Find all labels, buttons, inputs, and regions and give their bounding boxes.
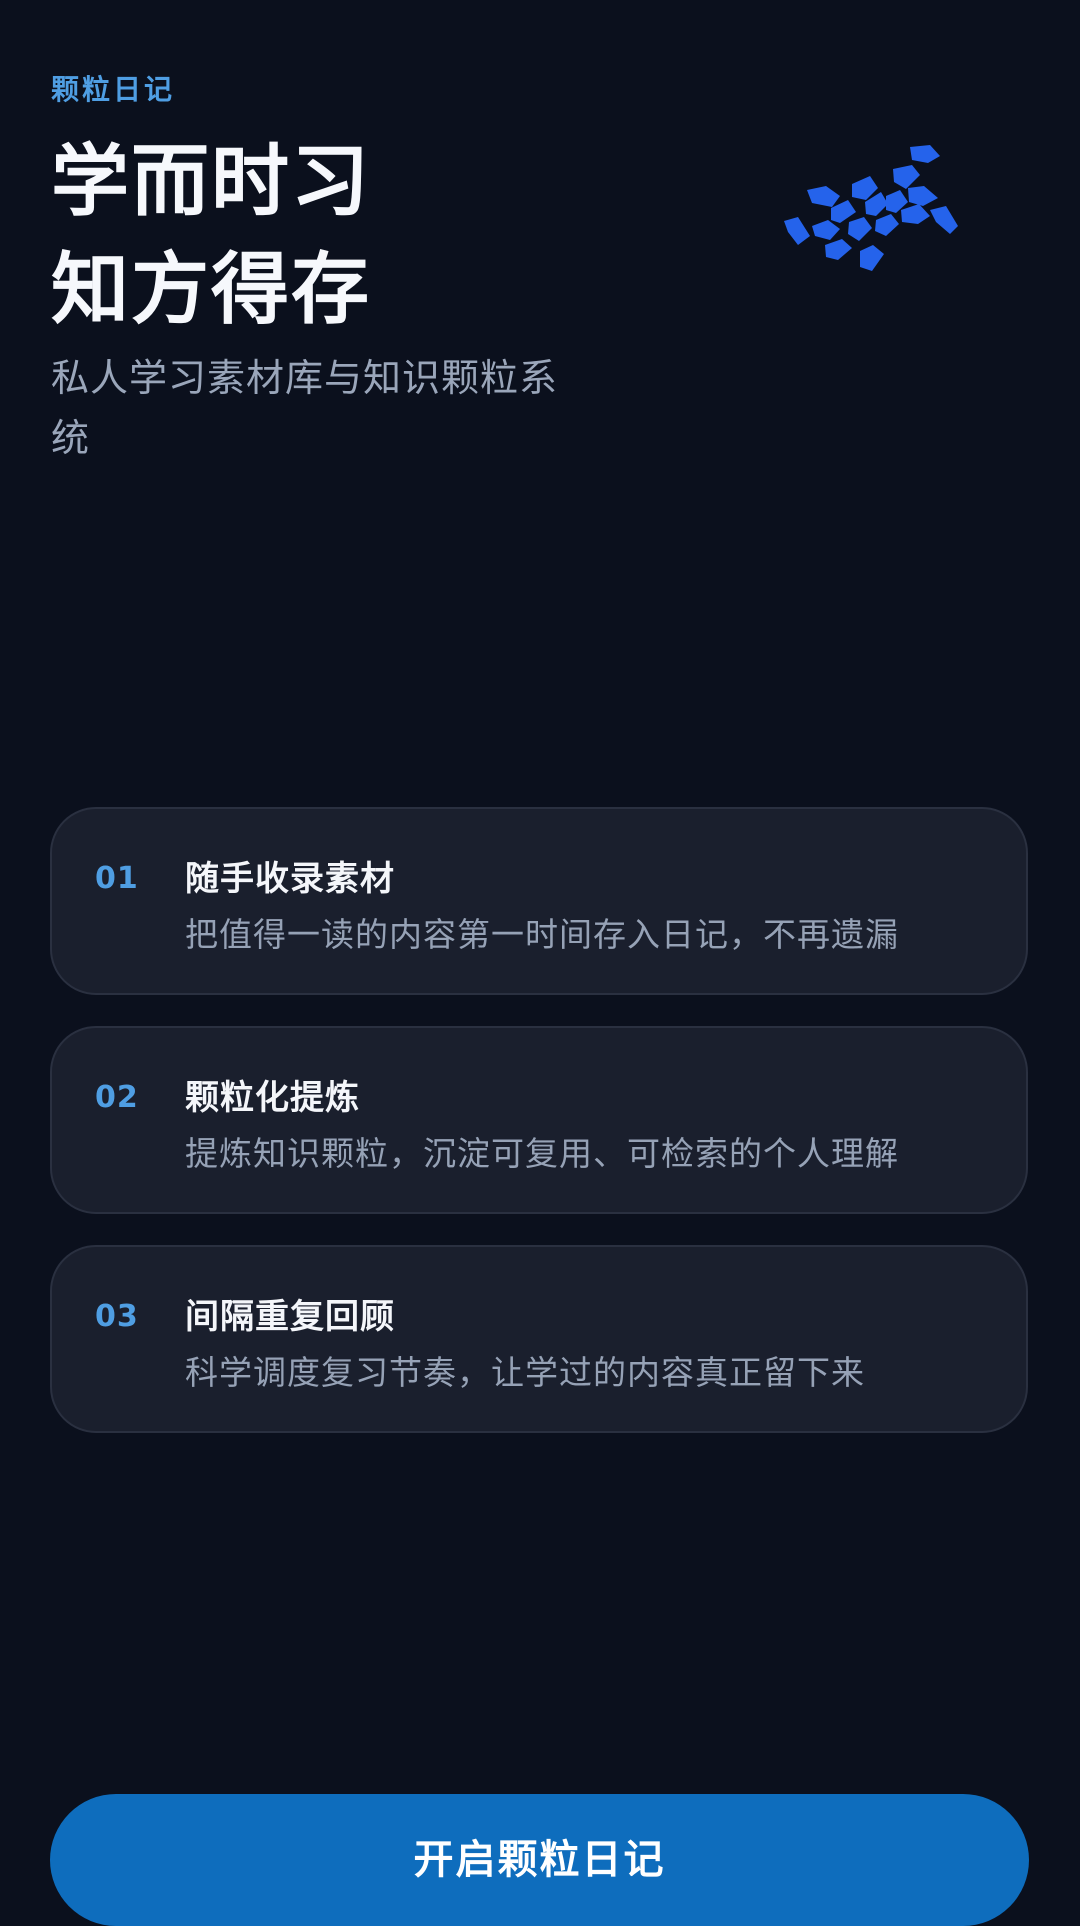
feature-card-review: 03 间隔重复回顾 科学调度复习节奏，让学过的内容真正留下来 — [50, 1245, 1028, 1433]
feature-number: 01 — [95, 861, 139, 896]
headline-line-1: 学而时习 — [51, 137, 372, 227]
feature-title: 颗粒化提炼 — [185, 1078, 360, 1118]
feature-card-capture: 01 随手收录素材 把值得一读的内容第一时间存入日记，不再遗漏 — [50, 807, 1028, 995]
headline: 学而时习 知方得存 — [51, 128, 371, 344]
feature-number: 02 — [95, 1080, 139, 1115]
subtitle: 私人学习素材库与知识颗粒系统 — [51, 356, 559, 460]
feature-title: 间隔重复回顾 — [185, 1297, 395, 1337]
feature-title: 随手收录素材 — [185, 859, 395, 899]
feature-description: 科学调度复习节奏，让学过的内容真正留下来 — [185, 1353, 865, 1392]
brand-label: 颗粒日记 — [51, 73, 176, 106]
start-diary-button[interactable]: 开启颗粒日记 — [50, 1794, 1029, 1926]
headline-line-2: 知方得存 — [51, 245, 372, 335]
feature-number: 03 — [95, 1299, 139, 1334]
feature-card-distill: 02 颗粒化提炼 提炼知识颗粒，沉淀可复用、可检索的个人理解 — [50, 1026, 1028, 1214]
particle-cluster-icon — [784, 145, 958, 271]
feature-description: 把值得一读的内容第一时间存入日记，不再遗漏 — [185, 915, 899, 954]
feature-description: 提炼知识颗粒，沉淀可复用、可检索的个人理解 — [185, 1134, 899, 1173]
feature-list: 01 随手收录素材 把值得一读的内容第一时间存入日记，不再遗漏 02 颗粒化提炼… — [50, 807, 1028, 1464]
